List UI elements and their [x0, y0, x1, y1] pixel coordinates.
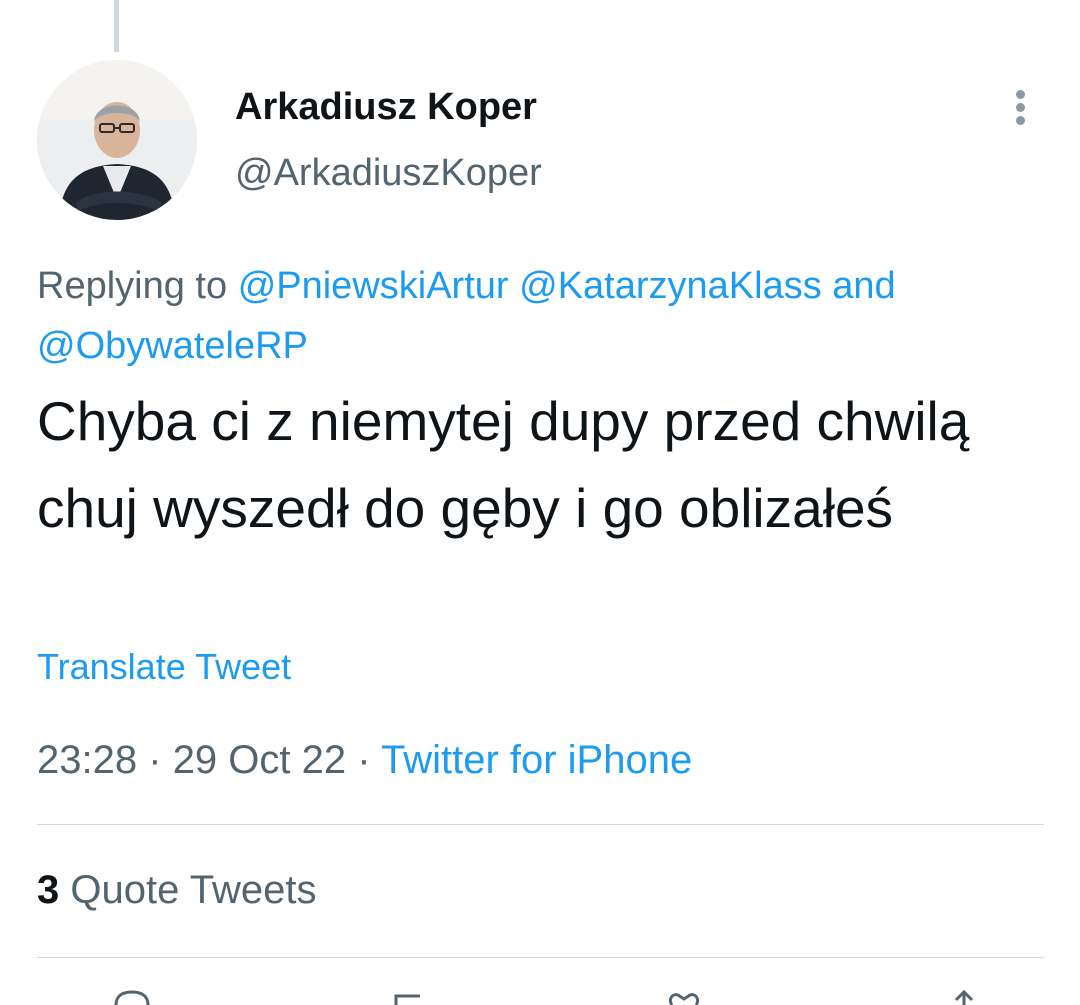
more-icon-dot [1016, 116, 1025, 125]
divider [37, 957, 1044, 958]
author-handle[interactable]: @ArkadiuszKoper [235, 152, 542, 195]
reply-and-label[interactable]: and [832, 265, 895, 307]
tweet-action-bar [0, 990, 1080, 1005]
avatar[interactable] [37, 60, 197, 220]
meta-separator: · [357, 738, 371, 782]
author-display-name[interactable]: Arkadiusz Koper [235, 86, 537, 129]
tweet-text: Chyba ci z niemytej dupy przed chwilą ch… [37, 390, 970, 539]
share-icon[interactable] [944, 990, 984, 1005]
quote-tweets-count: 3 [37, 868, 60, 912]
meta-separator: · [148, 738, 162, 782]
divider [37, 824, 1044, 825]
replying-to-label: Replying to [37, 265, 228, 307]
mention-link[interactable]: @ObywateleRP [37, 325, 308, 367]
avatar-photo [37, 60, 197, 220]
tweet-date[interactable]: 29 Oct 22 [173, 738, 346, 782]
mention-link[interactable]: @KatarzynaKlass [519, 265, 822, 307]
tweet-time[interactable]: 23:28 [37, 738, 137, 782]
tweet-source-link[interactable]: Twitter for iPhone [381, 738, 692, 782]
tweet-metadata: 23:28 · 29 Oct 22 · Twitter for iPhone [37, 738, 692, 783]
quote-tweets-label: Quote Tweets [70, 868, 317, 912]
more-options-button[interactable] [1002, 84, 1038, 132]
more-icon-dot [1016, 103, 1025, 112]
retweet-icon[interactable] [390, 990, 430, 1005]
replying-to-line: Replying to @PniewskiArtur @KatarzynaKla… [37, 256, 1047, 376]
like-icon[interactable] [664, 990, 704, 1005]
quote-tweets-link[interactable]: 3 Quote Tweets [37, 868, 316, 913]
mention-link[interactable]: @PniewskiArtur [238, 265, 509, 307]
thread-connector-line [114, 0, 119, 52]
reply-icon[interactable] [112, 990, 152, 1005]
translate-tweet-link[interactable]: Translate Tweet [37, 646, 291, 688]
more-icon [1016, 90, 1025, 99]
